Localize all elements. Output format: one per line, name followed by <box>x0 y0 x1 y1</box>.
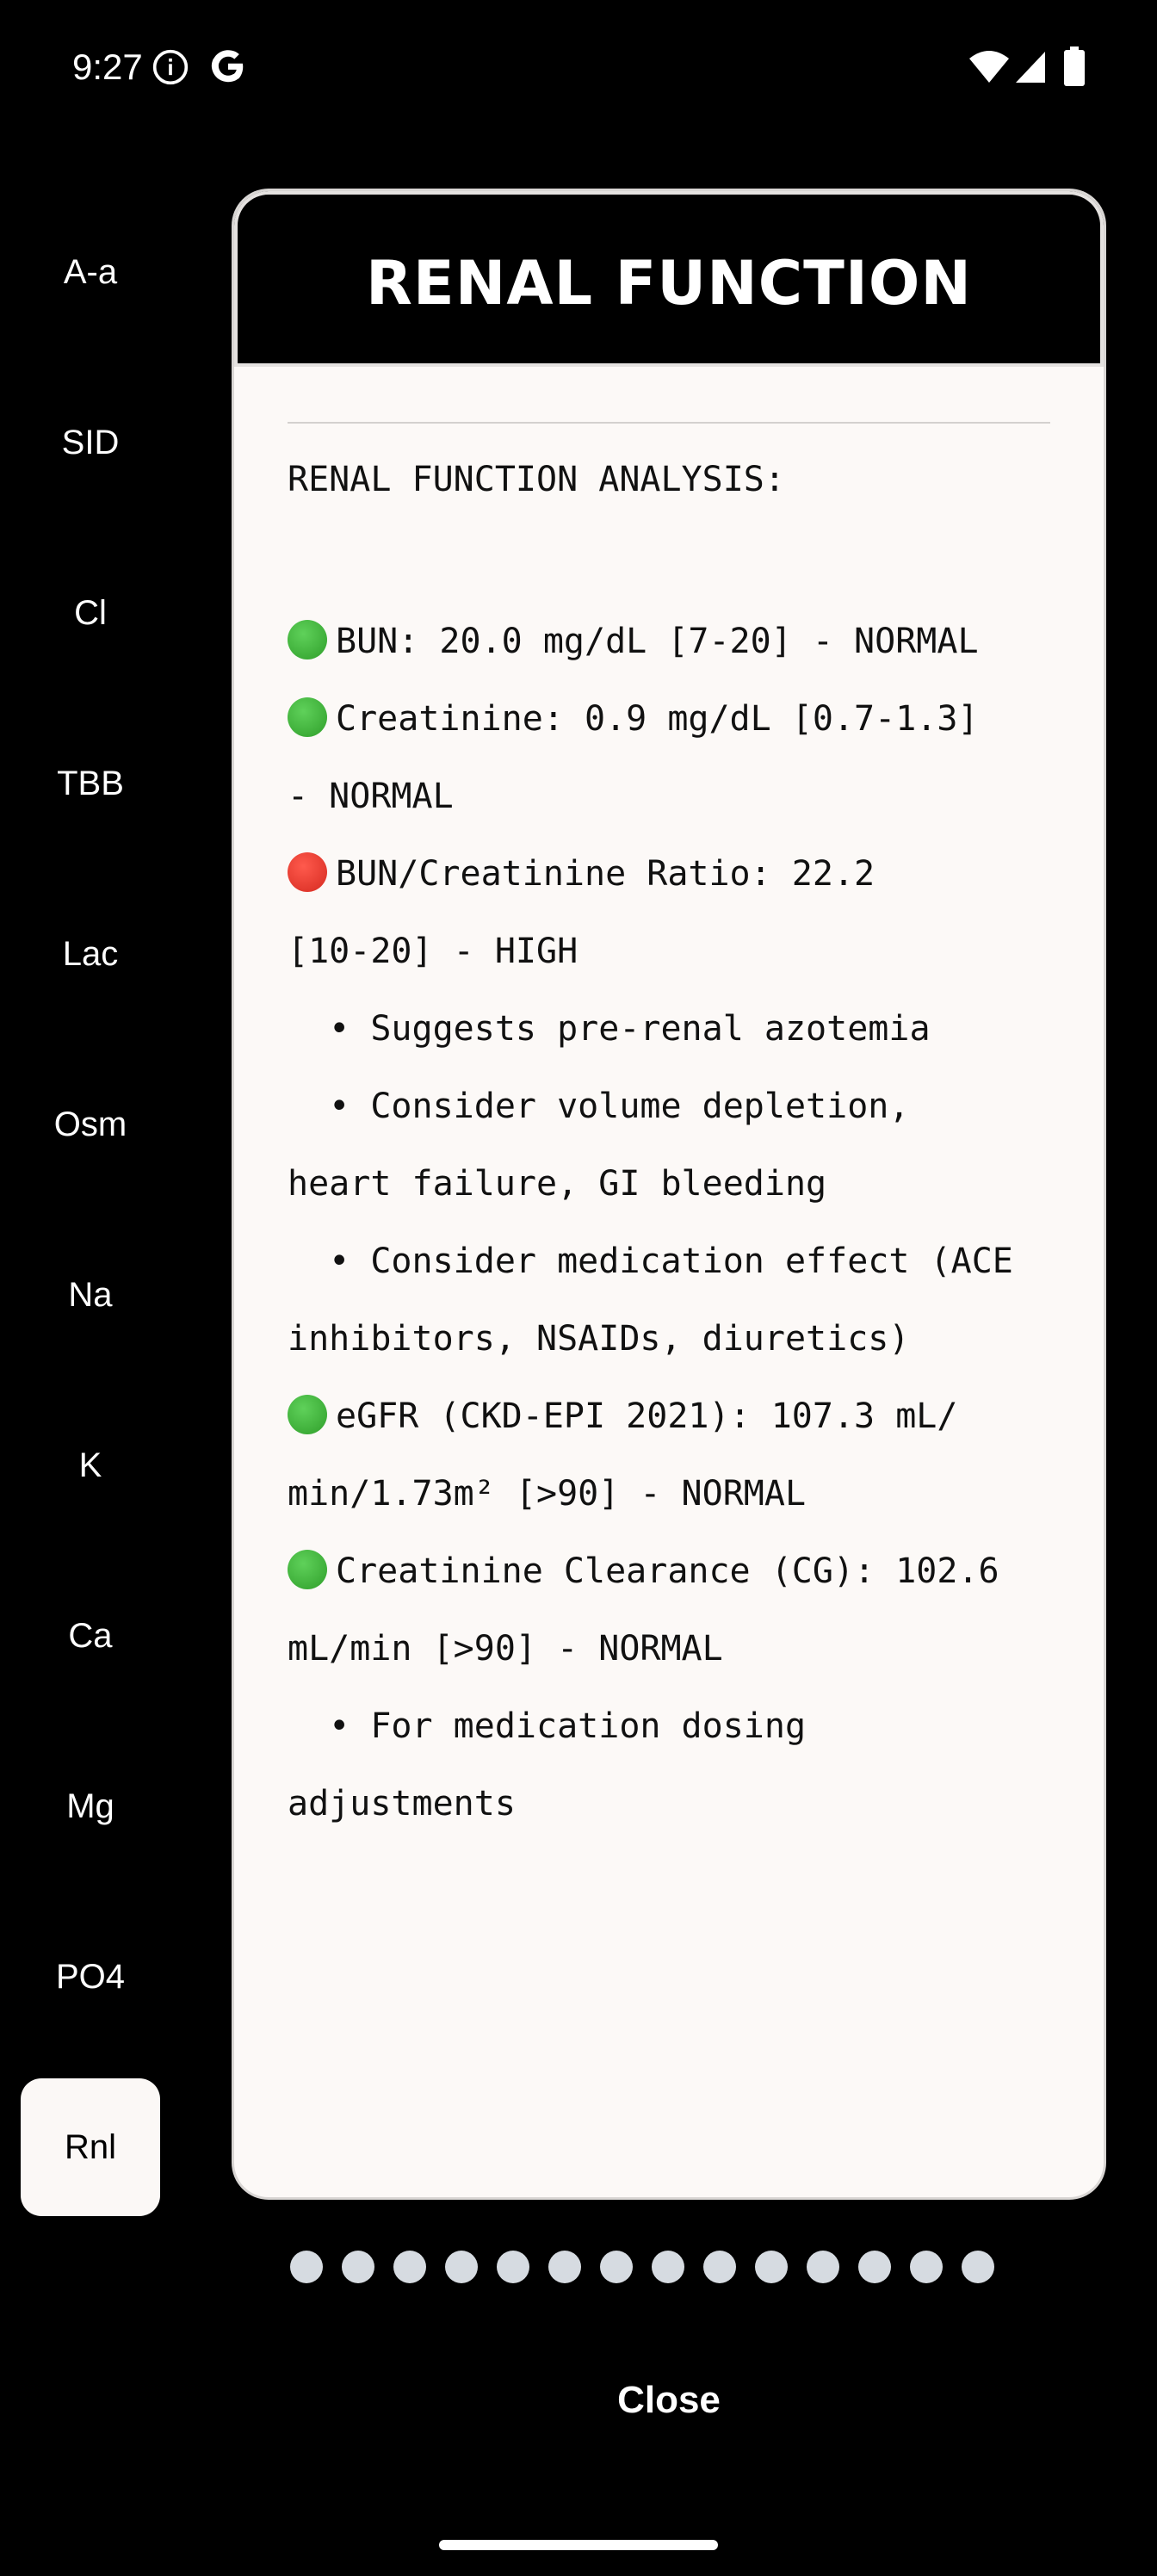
page-dot[interactable] <box>445 2251 478 2283</box>
analysis-line: adjustments <box>288 1782 516 1825</box>
sidebar-item-osm[interactable]: Osm <box>21 1056 160 1193</box>
page-dot[interactable] <box>703 2251 736 2283</box>
sidebar-item-lac[interactable]: Lac <box>21 885 160 1023</box>
page-dot[interactable] <box>290 2251 323 2283</box>
analysis-line-text: BUN: 20.0 mg/dL [7-20] - NORMAL <box>336 622 979 661</box>
analysis-line: • For medication dosing <box>288 1705 806 1748</box>
wifi-icon <box>969 51 1009 83</box>
analysis-line-text: • For medication dosing <box>288 1706 807 1746</box>
green-status-dot-icon <box>288 697 327 737</box>
page-dot[interactable] <box>652 2251 684 2283</box>
analysis-line-text: min/1.73m² [>90] - NORMAL <box>288 1474 807 1514</box>
sidebar-item-k[interactable]: K <box>21 1396 160 1534</box>
analysis-line-text: • Suggests pre-renal azotemia <box>288 1009 931 1049</box>
analysis-line: inhibitors, NSAIDs, diuretics) <box>288 1317 909 1360</box>
analysis-line: BUN/Creatinine Ratio: 22.2 <box>288 852 875 895</box>
analysis-line-text: • Consider volume depletion, <box>288 1087 910 1126</box>
divider <box>288 422 1050 424</box>
page-dot[interactable] <box>807 2251 839 2283</box>
analysis-line: - NORMAL <box>288 775 454 818</box>
sidebar-item-cl[interactable]: Cl <box>21 544 160 682</box>
page-dot[interactable] <box>858 2251 891 2283</box>
sidebar-item-tbb[interactable]: TBB <box>21 715 160 852</box>
analysis-line-text: Creatinine: 0.9 mg/dL [0.7-1.3] <box>336 699 979 739</box>
google-g-icon <box>211 50 244 83</box>
page-indicator <box>0 2251 1157 2285</box>
status-bar: 9:27 <box>0 0 1157 129</box>
sidebar-item-rnl[interactable]: Rnl <box>21 2078 160 2216</box>
page-dot[interactable] <box>342 2251 374 2283</box>
card-header: RENAL FUNCTION <box>234 191 1104 367</box>
sidebar-item-ca[interactable]: Ca <box>21 1567 160 1705</box>
analysis-line: min/1.73m² [>90] - NORMAL <box>288 1472 806 1515</box>
page-dot[interactable] <box>755 2251 788 2283</box>
card-title: RENAL FUNCTION <box>366 248 972 319</box>
page-dot[interactable] <box>497 2251 529 2283</box>
analysis-line: • Consider medication effect (ACE <box>288 1240 1013 1283</box>
analysis-line: heart failure, GI bleeding <box>288 1162 826 1205</box>
analysis-line: Creatinine Clearance (CG): 102.6 <box>288 1550 999 1593</box>
analysis-line: Creatinine: 0.9 mg/dL [0.7-1.3] <box>288 697 979 740</box>
analysis-line: eGFR (CKD-EPI 2021): 107.3 mL/ <box>288 1395 957 1438</box>
sidebar-item-po4[interactable]: PO4 <box>21 1908 160 2046</box>
analysis-line: • Suggests pre-renal azotemia <box>288 1007 931 1050</box>
home-indicator[interactable] <box>439 2540 718 2550</box>
sidebar-item-a-a[interactable]: A-a <box>21 203 160 341</box>
analysis-line-text: [10-20] - HIGH <box>288 932 578 971</box>
battery-icon <box>1064 46 1085 86</box>
analysis-line-text: Creatinine Clearance (CG): 102.6 <box>336 1551 999 1591</box>
analysis-line-text: heart failure, GI bleeding <box>288 1164 827 1204</box>
analysis-line: mL/min [>90] - NORMAL <box>288 1627 723 1670</box>
analysis-line-text: • Consider medication effect (ACE <box>288 1242 1013 1281</box>
green-status-dot-icon <box>288 1550 327 1589</box>
analysis-line-text: - NORMAL <box>288 777 454 816</box>
analysis-line-text: adjustments <box>288 1784 516 1824</box>
red-status-dot-icon <box>288 852 327 892</box>
analysis-line-text: eGFR (CKD-EPI 2021): 107.3 mL/ <box>336 1396 958 1436</box>
sidebar-item-sid[interactable]: SID <box>21 374 160 511</box>
analysis-line: BUN: 20.0 mg/dL [7-20] - NORMAL <box>288 620 979 663</box>
analysis-line: [10-20] - HIGH <box>288 930 578 973</box>
green-status-dot-icon <box>288 620 327 659</box>
close-button[interactable]: Close <box>578 2366 759 2435</box>
analysis-heading: RENAL FUNCTION ANALYSIS: <box>288 460 785 499</box>
page-dot[interactable] <box>548 2251 581 2283</box>
analysis-line-text: BUN/Creatinine Ratio: 22.2 <box>336 854 875 894</box>
sidebar-item-mg[interactable]: Mg <box>21 1737 160 1875</box>
info-icon <box>152 49 189 85</box>
sidebar-item-na[interactable]: Na <box>21 1226 160 1364</box>
renal-function-card: RENAL FUNCTION RENAL FUNCTION ANALYSIS: … <box>234 191 1104 2197</box>
status-time: 9:27 <box>72 46 143 87</box>
cell-signal-icon <box>1016 52 1045 83</box>
analysis-line-text: mL/min [>90] - NORMAL <box>288 1629 723 1669</box>
analysis-line: • Consider volume depletion, <box>288 1085 909 1128</box>
analysis-line-text: inhibitors, NSAIDs, diuretics) <box>288 1319 910 1359</box>
page-dot[interactable] <box>393 2251 426 2283</box>
page-dot[interactable] <box>600 2251 633 2283</box>
page-dot[interactable] <box>910 2251 943 2283</box>
green-status-dot-icon <box>288 1395 327 1434</box>
page-dot[interactable] <box>962 2251 994 2283</box>
